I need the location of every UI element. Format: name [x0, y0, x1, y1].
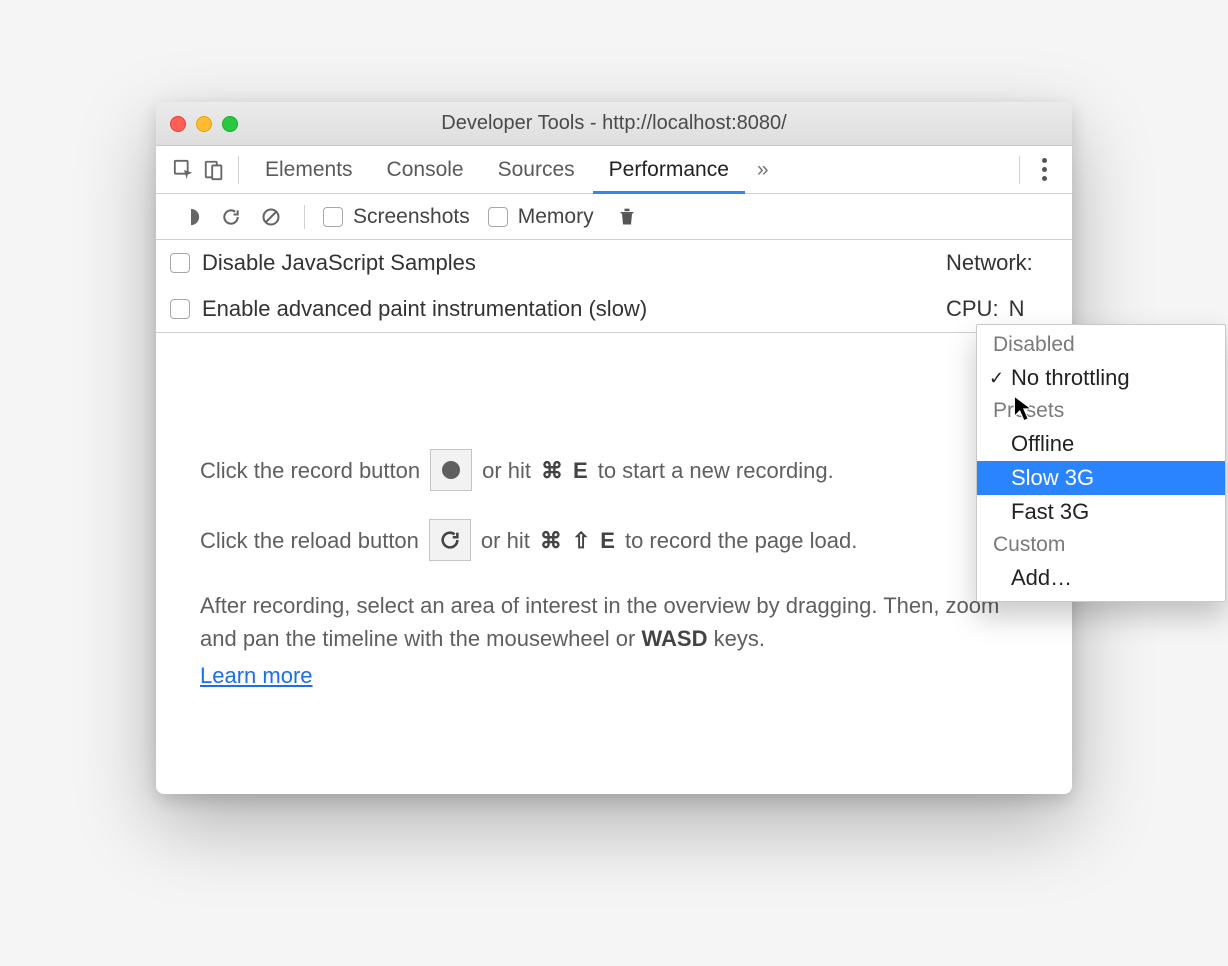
dropdown-item-label: Fast 3G [1011, 499, 1089, 525]
dropdown-item-label: Slow 3G [1011, 465, 1094, 491]
performance-toolbar: Screenshots Memory [156, 194, 1072, 240]
reload-button[interactable] [429, 519, 471, 561]
cancel-icon[interactable] [256, 202, 286, 232]
hint-text: keys. [707, 626, 764, 651]
shortcut-shift-icon: ⇧ [572, 524, 590, 557]
record-circle-icon [442, 461, 460, 479]
titlebar[interactable]: Developer Tools - http://localhost:8080/ [156, 102, 1072, 146]
cpu-value-partial: N [1009, 296, 1025, 322]
tab-performance[interactable]: Performance [593, 146, 745, 194]
dropdown-section-presets: Presets [977, 395, 1225, 427]
window-controls [170, 116, 238, 132]
reload-icon[interactable] [216, 202, 246, 232]
capture-settings-pane: Disable JavaScript Samples Network: Enab… [156, 240, 1072, 333]
enable-paint-checkbox[interactable] [170, 299, 190, 319]
network-label: Network: [946, 250, 1033, 276]
record-half-icon[interactable] [176, 202, 206, 232]
dropdown-item-add[interactable]: Add… [977, 561, 1225, 595]
shortcut-key: E [573, 454, 588, 487]
dropdown-item-label: No throttling [1011, 365, 1130, 391]
hint-text: or hit [482, 454, 531, 487]
memory-label: Memory [518, 205, 594, 229]
cpu-label: CPU: [946, 296, 999, 322]
empty-state-content: Click the record button or hit ⌘ E to st… [156, 333, 1072, 722]
dropdown-item-offline[interactable]: Offline [977, 427, 1225, 461]
separator [304, 205, 305, 229]
dropdown-item-label: Offline [1011, 431, 1074, 457]
hint-text: to start a new recording. [598, 454, 834, 487]
maximize-window-button[interactable] [222, 116, 238, 132]
dropdown-section-disabled: Disabled [977, 329, 1225, 361]
hint-text: Click the reload button [200, 524, 419, 557]
dropdown-item-no-throttling[interactable]: ✓ No throttling [977, 361, 1225, 395]
dropdown-item-slow-3g[interactable]: Slow 3G [977, 461, 1225, 495]
checkmark-icon: ✓ [989, 368, 1004, 389]
settings-menu-button[interactable] [1030, 158, 1058, 181]
memory-checkbox[interactable] [488, 207, 508, 227]
hint-text: to record the page load. [625, 524, 857, 557]
dropdown-section-custom: Custom [977, 529, 1225, 561]
record-button[interactable] [430, 449, 472, 491]
dropdown-item-label: Add… [1011, 565, 1072, 591]
separator [1019, 156, 1020, 184]
tab-elements[interactable]: Elements [249, 146, 369, 194]
learn-more-link[interactable]: Learn more [200, 663, 313, 688]
shortcut-cmd-icon: ⌘ [541, 454, 563, 487]
hint-text: After recording, select an area of inter… [200, 593, 999, 651]
disable-js-checkbox[interactable] [170, 253, 190, 273]
more-tabs-button[interactable]: » [747, 158, 779, 182]
wasd-text: WASD [641, 626, 707, 651]
tab-console[interactable]: Console [371, 146, 480, 194]
tab-sources[interactable]: Sources [482, 146, 591, 194]
option-row-enable-paint: Enable advanced paint instrumentation (s… [156, 286, 1072, 332]
window-title: Developer Tools - http://localhost:8080/ [156, 112, 1072, 135]
screenshots-label: Screenshots [353, 205, 470, 229]
screenshots-checkbox[interactable] [323, 207, 343, 227]
hint-reload-row: Click the reload button or hit ⌘ ⇧ E to … [200, 519, 1032, 561]
inspect-element-icon[interactable] [170, 156, 198, 184]
network-throttling-dropdown[interactable]: Disabled ✓ No throttling Presets Offline… [976, 324, 1226, 602]
option-row-disable-js: Disable JavaScript Samples Network: [156, 240, 1072, 286]
hint-record-row: Click the record button or hit ⌘ E to st… [200, 449, 1032, 491]
shortcut-cmd-icon: ⌘ [540, 524, 562, 557]
disable-js-label: Disable JavaScript Samples [202, 250, 476, 276]
hint-text: Click the record button [200, 454, 420, 487]
shortcut-key: E [600, 524, 615, 557]
device-toggle-icon[interactable] [200, 156, 228, 184]
trash-icon[interactable] [612, 202, 642, 232]
close-window-button[interactable] [170, 116, 186, 132]
devtools-window: Developer Tools - http://localhost:8080/… [156, 102, 1072, 794]
hint-text: or hit [481, 524, 530, 557]
hint-paragraph: After recording, select an area of inter… [200, 589, 1032, 655]
main-tabbar: Elements Console Sources Performance » [156, 146, 1072, 194]
enable-paint-label: Enable advanced paint instrumentation (s… [202, 296, 647, 322]
separator [238, 156, 239, 184]
minimize-window-button[interactable] [196, 116, 212, 132]
dropdown-item-fast-3g[interactable]: Fast 3G [977, 495, 1225, 529]
